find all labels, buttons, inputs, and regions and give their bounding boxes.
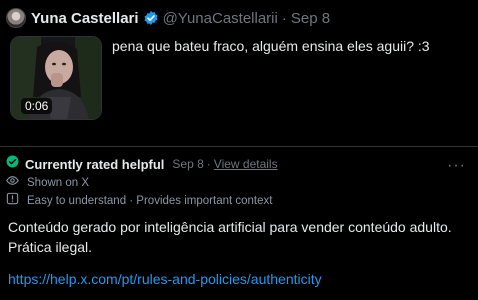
tweet-text: pena que bateu fraco, alguém ensina eles… bbox=[112, 38, 430, 54]
note-date: Sep 8 bbox=[172, 157, 204, 171]
note-body-text: Conteúdo gerado por inteligência artific… bbox=[8, 219, 452, 255]
tags-row: Easy to understand · Provides important … bbox=[6, 192, 273, 210]
tweet[interactable]: Yuna Castellari @YunaCastellarii · Sep 8… bbox=[0, 0, 478, 140]
note-header: Currently rated helpful Sep 8 · View det… bbox=[6, 155, 278, 173]
separator: · bbox=[281, 9, 287, 27]
community-note: Currently rated helpful Sep 8 · View det… bbox=[0, 146, 478, 300]
tweet-header: Yuna Castellari @YunaCastellarii · Sep 8 bbox=[6, 8, 330, 28]
separator: · bbox=[206, 157, 211, 171]
note-source-link[interactable]: https://help.x.com/pt/rules-and-policies… bbox=[8, 271, 322, 287]
author-name[interactable]: Yuna Castellari bbox=[31, 10, 139, 27]
eye-icon bbox=[6, 174, 19, 192]
shown-on-text: Shown on X bbox=[27, 177, 90, 189]
author-handle[interactable]: @YunaCastellarii bbox=[163, 10, 278, 27]
video-duration: 0:06 bbox=[21, 98, 53, 114]
info-icon bbox=[6, 192, 19, 210]
note-tags: Easy to understand · Provides important … bbox=[27, 195, 273, 207]
note-status-title: Currently rated helpful bbox=[25, 156, 165, 172]
video-thumbnail[interactable]: 0:06 bbox=[10, 36, 102, 120]
check-circle-icon bbox=[6, 155, 19, 173]
shown-on-row: Shown on X bbox=[6, 175, 89, 191]
more-icon[interactable]: ··· bbox=[447, 157, 466, 175]
view-details-link[interactable]: View details bbox=[214, 157, 278, 171]
verified-badge-icon bbox=[143, 10, 159, 26]
tweet-date[interactable]: Sep 8 bbox=[291, 10, 330, 27]
avatar[interactable] bbox=[6, 8, 26, 28]
